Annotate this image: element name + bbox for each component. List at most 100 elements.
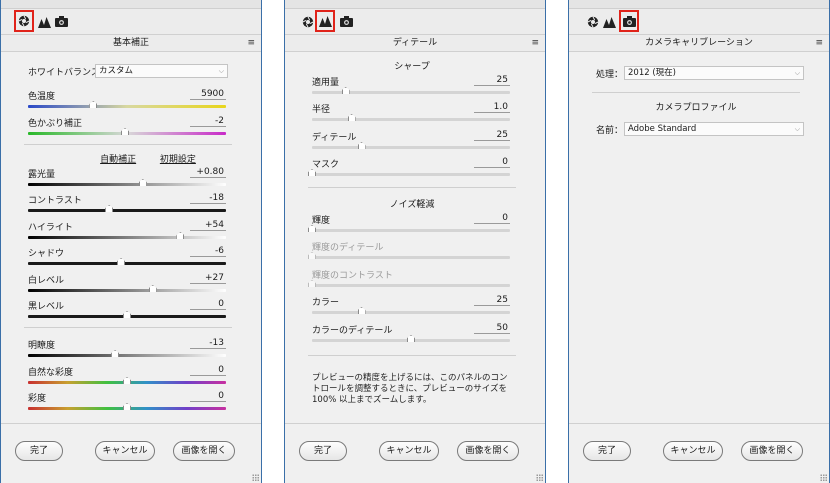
slider-track-color[interactable] [312, 311, 510, 314]
slider-label: シャドウ [28, 249, 65, 259]
slider-track-highlights[interactable] [28, 236, 226, 239]
aperture-icon [18, 15, 30, 27]
slider-track-luminance[interactable] [312, 229, 510, 232]
slider-label: 色かぶり補正 [28, 119, 83, 129]
slider-row-clarity: 明瞭度 -13 [26, 338, 234, 352]
detail-tab[interactable] [315, 10, 335, 32]
panel-title: 基本補正 [112, 38, 149, 48]
divider [308, 187, 516, 188]
slider-row-mask: マスク 0 [310, 157, 518, 171]
slider-value-input[interactable]: +0.80 [190, 167, 226, 178]
slider-row-luminance-contrast: 輝度のコントラスト [310, 268, 518, 282]
slider-track-exposure[interactable] [28, 183, 226, 186]
done-button[interactable]: 完了 [15, 441, 63, 461]
left-scroll-gutter [285, 53, 302, 413]
slider-value-input[interactable]: -13 [190, 338, 226, 349]
process-select[interactable]: 2012 (現在) ⌵ [624, 66, 804, 80]
slider-label: カラーのディテール [312, 326, 393, 336]
panel-header: 基本補正 ≡ [1, 34, 261, 52]
name-label: 名前： [596, 126, 624, 136]
camera-icon [340, 16, 353, 27]
divider [24, 327, 232, 328]
basic-tab[interactable] [584, 13, 601, 30]
resize-grip-icon[interactable] [252, 474, 259, 481]
open-image-button[interactable]: 画像を開く [457, 441, 519, 461]
calibration-tab[interactable] [619, 10, 639, 32]
noise-title: ノイズ軽減 [389, 200, 435, 210]
calibration-tab[interactable] [338, 13, 355, 30]
open-image-button[interactable]: 画像を開く [741, 441, 803, 461]
open-image-button[interactable]: 画像を開く [173, 441, 235, 461]
basic-panel-window: 基本補正 ≡ ホワイトバランス： カスタム ⌵ 色温度 5900 色かぶり補正 … [0, 0, 262, 483]
slider-label: ディテール [312, 133, 357, 143]
slider-value-input[interactable]: 0 [190, 391, 226, 402]
slider-track-shadows[interactable] [28, 262, 226, 265]
default-link[interactable]: 初期設定 [160, 155, 196, 165]
panel-tab-bar [285, 9, 545, 34]
panel-menu-icon[interactable]: ≡ [531, 35, 539, 51]
panel-header: ディテール ≡ [285, 34, 545, 52]
slider-value-input[interactable]: -18 [190, 193, 226, 204]
divider [24, 144, 232, 145]
slider-track-mask[interactable] [312, 173, 510, 176]
white-balance-select[interactable]: カスタム ⌵ [95, 64, 228, 78]
slider-value-input[interactable]: 50 [474, 323, 510, 334]
slider-row-color-detail: カラーのディテール 50 [310, 323, 518, 337]
slider-value-input[interactable]: -6 [190, 246, 226, 257]
slider-label: 明瞭度 [28, 341, 56, 351]
slider-value-input[interactable]: +27 [190, 273, 226, 284]
cancel-button[interactable]: キャンセル [379, 441, 439, 461]
auto-link[interactable]: 自動補正 [100, 155, 136, 165]
detail-tab[interactable] [601, 13, 618, 30]
slider-label: 半径 [312, 105, 331, 115]
slider-row-vibrance: 自然な彩度 0 [26, 365, 234, 379]
slider-track-temperature[interactable] [28, 105, 226, 108]
resize-grip-icon[interactable] [820, 474, 827, 481]
done-button[interactable]: 完了 [583, 441, 631, 461]
slider-value-input[interactable]: +54 [190, 220, 226, 231]
slider-track-luminance-detail [312, 256, 510, 259]
slider-value-input[interactable]: 25 [474, 130, 510, 141]
slider-track-whites[interactable] [28, 289, 226, 292]
detail-tab[interactable] [36, 13, 53, 30]
panel-menu-icon[interactable]: ≡ [815, 35, 823, 51]
slider-row-exposure: 露光量 +0.80 [26, 167, 234, 181]
slider-row-tint: 色かぶり補正 -2 [26, 116, 234, 130]
camera-icon [55, 16, 68, 27]
slider-label: 適用量 [312, 78, 340, 88]
slider-value-input[interactable]: 25 [474, 295, 510, 306]
slider-value-input[interactable]: 1.0 [474, 102, 510, 113]
slider-row-amount: 適用量 25 [310, 75, 518, 89]
profile-name-select[interactable]: Adobe Standard ⌵ [624, 122, 804, 136]
done-button[interactable]: 完了 [299, 441, 347, 461]
bottom-button-bar: 完了 キャンセル 画像を開く [569, 423, 829, 483]
slider-value-input[interactable]: -2 [190, 116, 226, 127]
resize-grip-icon[interactable] [536, 474, 543, 481]
slider-row-temperature: 色温度 5900 [26, 89, 234, 103]
right-scroll-gutter [238, 53, 255, 413]
top-strip [285, 0, 545, 9]
cancel-button[interactable]: キャンセル [663, 441, 723, 461]
top-strip [1, 0, 261, 9]
slider-track-detail[interactable] [312, 146, 510, 149]
top-strip [569, 0, 829, 9]
cancel-button[interactable]: キャンセル [95, 441, 155, 461]
slider-track-clarity[interactable] [28, 354, 226, 357]
bottom-button-bar: 完了 キャンセル 画像を開く [285, 423, 545, 483]
slider-value-input[interactable]: 25 [474, 75, 510, 86]
slider-value-input[interactable]: 0 [190, 299, 226, 310]
basic-tab[interactable] [299, 13, 316, 30]
slider-value-input[interactable]: 5900 [190, 89, 226, 100]
basic-tab[interactable] [14, 10, 34, 32]
slider-track-radius[interactable] [312, 118, 510, 121]
slider-value-input[interactable]: 0 [474, 157, 510, 168]
calibration-tab[interactable] [53, 13, 70, 30]
slider-track-contrast[interactable] [28, 209, 226, 212]
zoom-hint-text: プレビューの精度を上げるには、このパネルのコントロールを調整するときに、プレビュ… [312, 373, 508, 405]
panel-menu-icon[interactable]: ≡ [247, 35, 255, 51]
left-scroll-gutter [569, 53, 586, 413]
slider-value-input[interactable]: 0 [474, 213, 510, 224]
slider-row-highlights: ハイライト +54 [26, 220, 234, 234]
chevron-down-icon: ⌵ [794, 125, 800, 133]
slider-value-input[interactable]: 0 [190, 365, 226, 376]
